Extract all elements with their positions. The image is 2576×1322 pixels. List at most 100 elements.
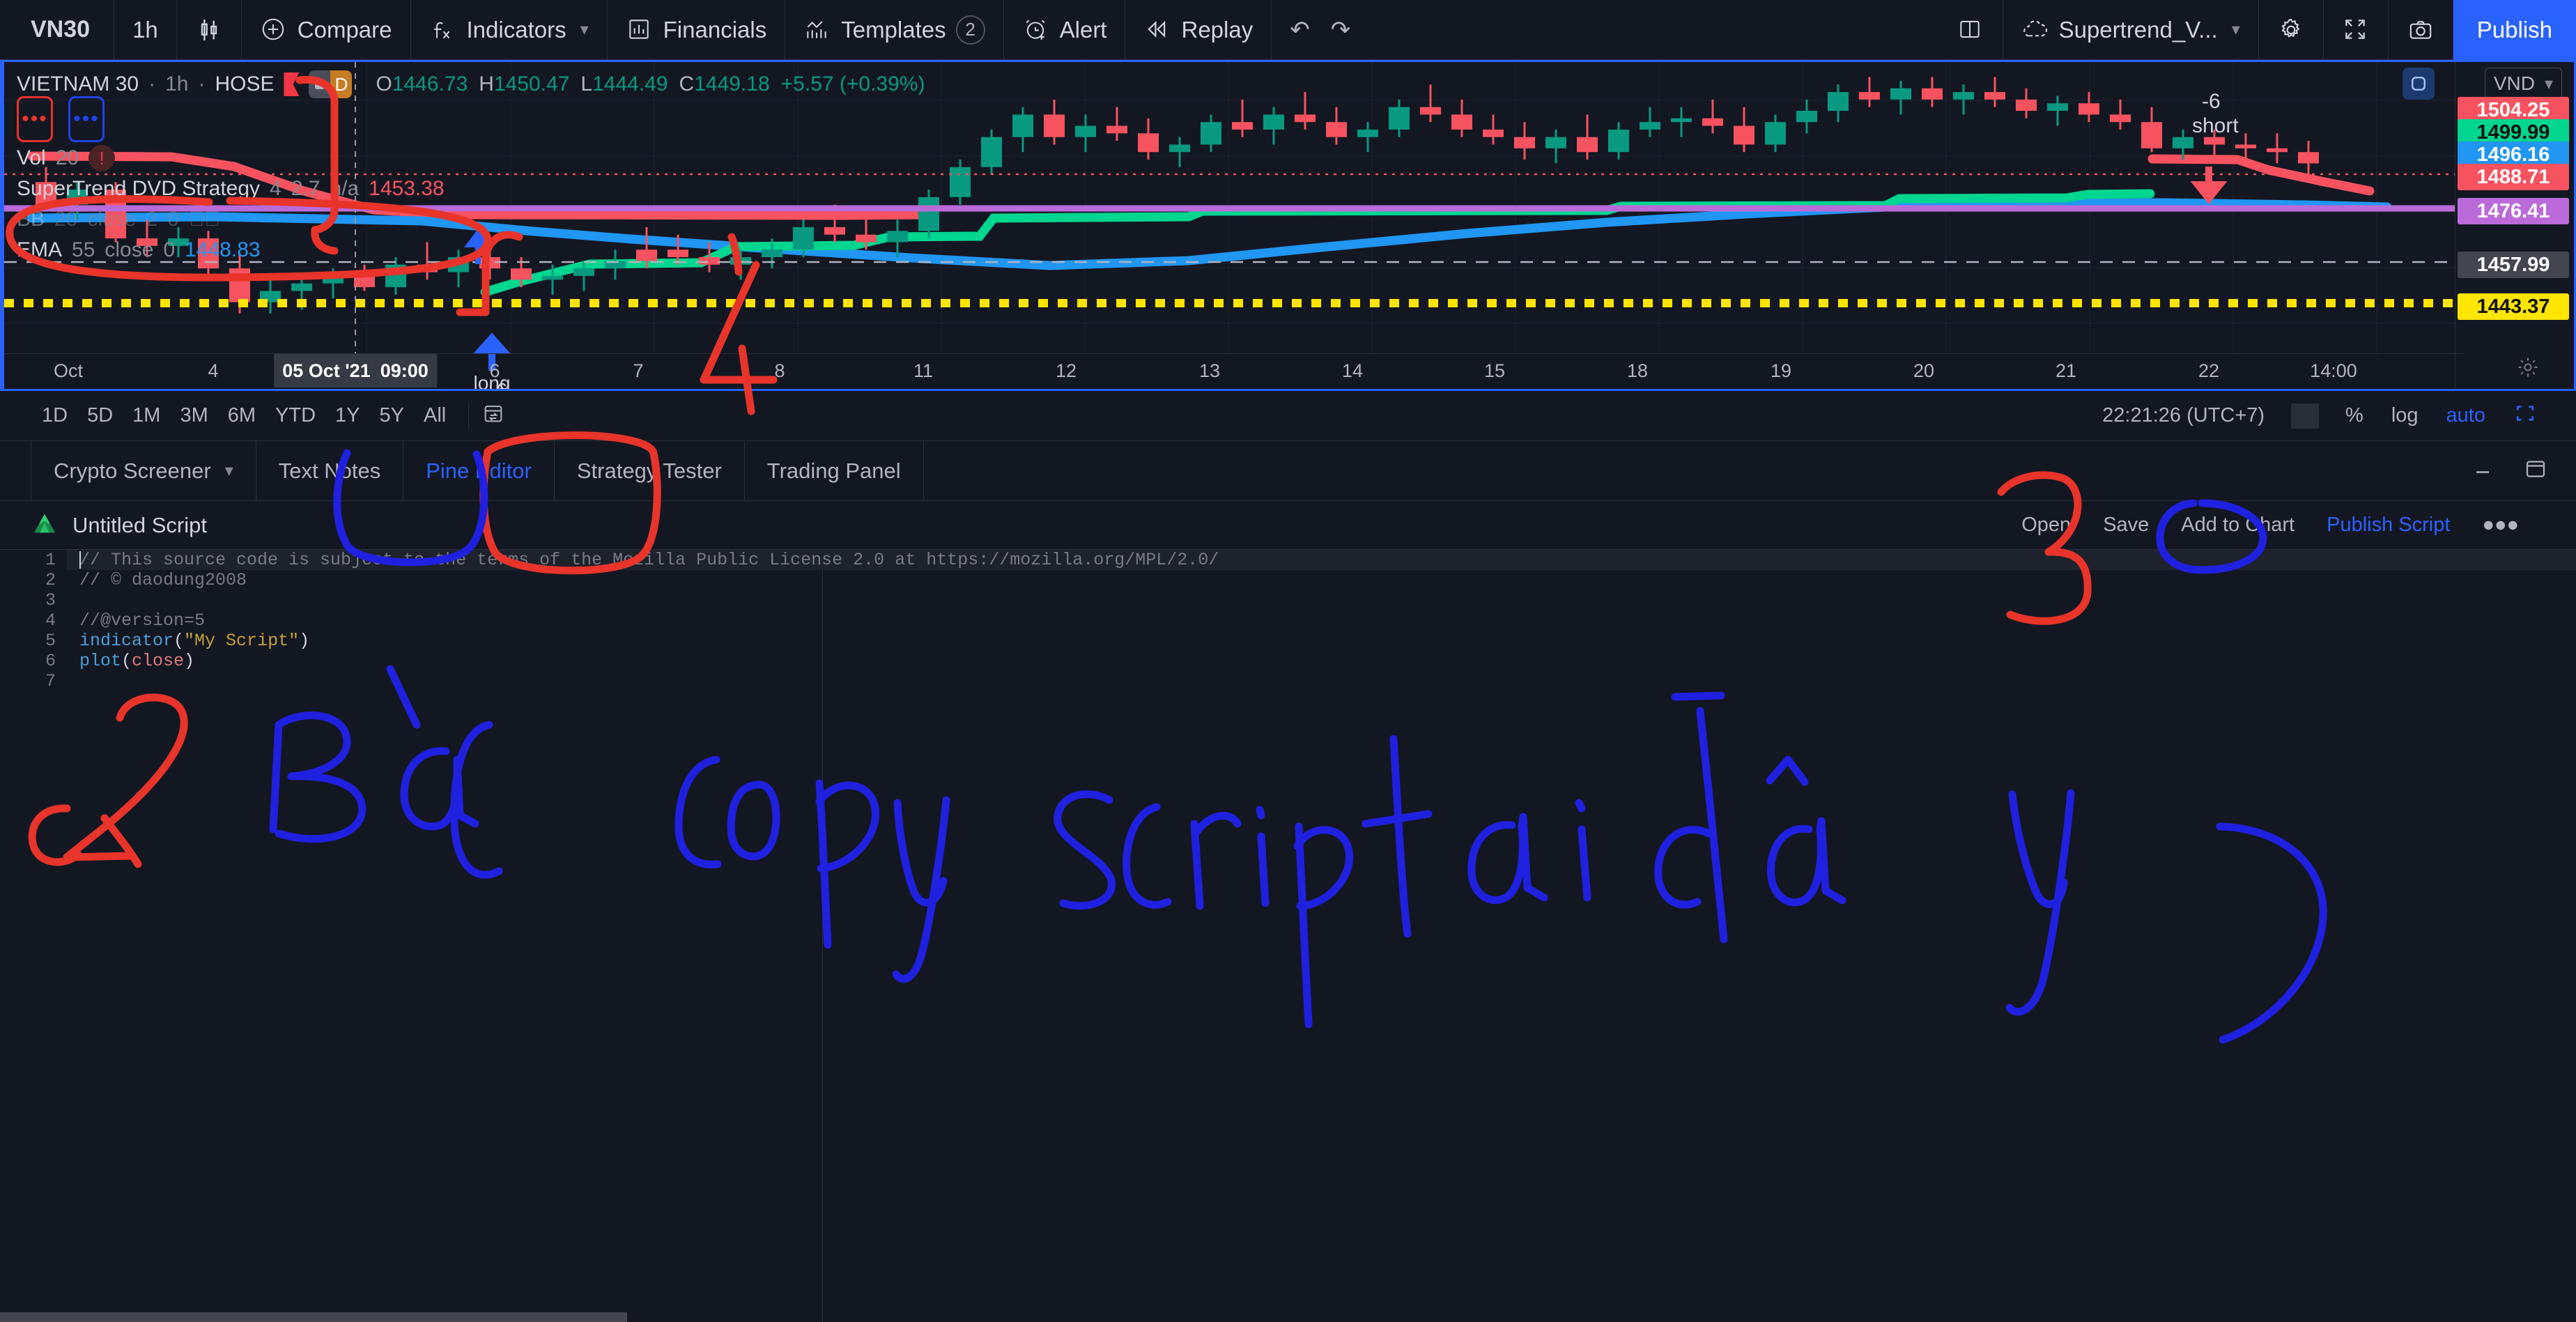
script-action-add-to-chart[interactable]: Add to Chart bbox=[2181, 514, 2295, 537]
legend-bb-row[interactable]: BB 20 close 2 0 👁⃠ bbox=[17, 204, 925, 235]
minimize-icon[interactable] bbox=[2470, 456, 2495, 485]
time-tick-0: Oct bbox=[54, 360, 83, 382]
interval-pill[interactable]: D bbox=[309, 70, 352, 98]
compare-label: Compare bbox=[298, 17, 392, 43]
range-button-ytd[interactable]: YTD bbox=[265, 404, 325, 427]
tradingview-badge-icon[interactable] bbox=[2403, 68, 2435, 100]
price-label-6[interactable]: 1443.37 bbox=[2458, 293, 2569, 320]
legend-exchange: HOSE bbox=[215, 72, 274, 96]
time-tick-4: 8 bbox=[774, 360, 785, 382]
tab-pine-editor[interactable]: Pine Editor bbox=[403, 441, 555, 500]
script-action-publish-script[interactable]: Publish Script bbox=[2327, 514, 2450, 537]
time-tick-1: 4 bbox=[208, 360, 218, 382]
redo-button[interactable]: ↷ bbox=[1331, 16, 1351, 44]
more-options-blue-button[interactable]: ••• bbox=[68, 96, 105, 142]
chevron-down-icon[interactable]: ▾ bbox=[580, 20, 589, 40]
code-line-4[interactable]: //@version=5 bbox=[67, 610, 2576, 631]
percent-button[interactable]: % bbox=[2331, 404, 2377, 427]
settings-button[interactable] bbox=[2259, 0, 2324, 60]
range-button-5d[interactable]: 5D bbox=[77, 404, 123, 427]
range-bar-right: 22:21:26 (UTC+7) % log auto bbox=[2088, 402, 2576, 430]
code-line-3[interactable] bbox=[67, 590, 2576, 610]
code-line-1[interactable]: // This source code is subject to the te… bbox=[67, 550, 2576, 570]
templates-button[interactable]: Templates 2 bbox=[785, 0, 1003, 60]
calendar-icon[interactable] bbox=[481, 401, 505, 431]
chart-panel[interactable]: long +6 -6 short VIETNAM 30 · 1h · HOSE … bbox=[0, 60, 2576, 391]
fit-screen-icon[interactable] bbox=[2499, 402, 2551, 430]
alert-button[interactable]: Alert bbox=[1004, 0, 1126, 60]
symbol-button[interactable]: VN30 bbox=[0, 0, 114, 60]
chevron-down-icon[interactable]: ▾ bbox=[225, 461, 233, 481]
c-value: 1449.18 bbox=[694, 72, 769, 95]
l-value: 1444.49 bbox=[592, 72, 668, 95]
price-label-5[interactable]: 1457.99 bbox=[2458, 252, 2569, 278]
compare-button[interactable]: Compare bbox=[242, 0, 411, 60]
code-editor[interactable]: 1234567 // This source code is subject t… bbox=[0, 550, 2576, 1322]
code-line-6[interactable]: plot(close) bbox=[67, 651, 2576, 671]
script-action-save[interactable]: Save bbox=[2103, 514, 2149, 537]
more-options-red-button[interactable]: ••• bbox=[17, 96, 53, 142]
price-scale[interactable]: VND ▾ 1504.251499.991496.161488.711476.4… bbox=[2455, 62, 2572, 389]
tab-text-notes[interactable]: Text Notes bbox=[256, 441, 403, 500]
range-button-all[interactable]: All bbox=[414, 404, 456, 427]
chevron-down-icon[interactable]: ▾ bbox=[2232, 20, 2240, 40]
code-content[interactable]: // This source code is subject to the te… bbox=[67, 550, 2576, 1322]
tab-trading-panel[interactable]: Trading Panel bbox=[745, 441, 924, 500]
line-number: 4 bbox=[0, 610, 56, 631]
strategy-p2: 2.7 bbox=[291, 177, 321, 201]
price-label-3[interactable]: 1488.71 bbox=[2458, 164, 2569, 190]
candle-body bbox=[1483, 130, 1504, 137]
price-scale-settings-icon[interactable] bbox=[2516, 355, 2540, 385]
range-button-1m[interactable]: 1M bbox=[123, 404, 170, 427]
fullscreen-button[interactable] bbox=[2324, 0, 2389, 60]
legend-symbol-row[interactable]: VIETNAM 30 · 1h · HOSE D O1446.73 H1450.… bbox=[17, 69, 925, 100]
candle-body bbox=[1012, 114, 1033, 137]
price-label-4[interactable]: 1476.41 bbox=[2458, 198, 2569, 224]
candle-body bbox=[2298, 152, 2319, 163]
script-action--[interactable]: ●●● bbox=[2482, 514, 2519, 537]
time-axis[interactable]: Oct46781112131415181920212214:00 05 Oct … bbox=[4, 353, 2464, 387]
currency-selector[interactable]: VND ▾ bbox=[2485, 68, 2562, 100]
undo-button[interactable]: ↶ bbox=[1290, 16, 1310, 44]
candle-body bbox=[1859, 92, 1880, 100]
tab-strategy-tester[interactable]: Strategy Tester bbox=[555, 441, 745, 500]
range-button-3m[interactable]: 3M bbox=[170, 404, 217, 427]
financials-button[interactable]: Financials bbox=[608, 0, 786, 60]
snapshot-button[interactable] bbox=[2389, 0, 2453, 60]
range-button-1d[interactable]: 1D bbox=[32, 404, 77, 427]
script-action-open[interactable]: Open bbox=[2021, 514, 2071, 537]
workspace-button[interactable]: Supertrend_V... ▾ bbox=[2003, 0, 2259, 60]
legend-volume-row[interactable]: Vol 20 ! bbox=[17, 143, 925, 174]
templates-label: Templates bbox=[841, 17, 946, 43]
layout-button[interactable] bbox=[1938, 0, 2003, 60]
code-function: indicator bbox=[79, 631, 173, 651]
log-button[interactable]: log bbox=[2377, 404, 2432, 427]
indicators-button[interactable]: Indicators ▾ bbox=[411, 0, 608, 60]
replay-button[interactable]: Replay bbox=[1125, 0, 1272, 60]
legend-strategy-row[interactable]: SuperTrend DVD Strategy 4 2.7 n/a 1453.3… bbox=[17, 174, 925, 204]
time-axis-crosshair-label: 05 Oct '21 09:00 bbox=[274, 354, 437, 387]
legend-ema-row[interactable]: EMA 55 close 0 1448.83 bbox=[17, 235, 925, 266]
chart-type-button[interactable] bbox=[177, 0, 242, 60]
publish-button[interactable]: Publish bbox=[2453, 0, 2576, 60]
maximize-icon[interactable] bbox=[2523, 456, 2548, 485]
range-button-1y[interactable]: 1Y bbox=[325, 404, 369, 427]
code-line-2[interactable]: // © daodung2008 bbox=[67, 570, 2576, 590]
code-line-5[interactable]: indicator("My Script") bbox=[67, 631, 2576, 651]
tab-crypto-screener[interactable]: Crypto Screener▾ bbox=[31, 441, 256, 500]
legend-toolbuttons: ••• ••• bbox=[17, 104, 925, 134]
range-button-5y[interactable]: 5Y bbox=[370, 404, 414, 427]
warning-icon[interactable]: ! bbox=[88, 145, 115, 171]
bb-p1: 20 bbox=[54, 208, 77, 231]
crosshair-time: 09:00 bbox=[380, 360, 429, 382]
interval-button[interactable]: 1h bbox=[114, 0, 177, 60]
range-button-6m[interactable]: 6M bbox=[218, 404, 265, 427]
auto-button[interactable]: auto bbox=[2432, 404, 2499, 427]
horizontal-scrollbar[interactable] bbox=[0, 1312, 627, 1322]
code-line-7[interactable] bbox=[67, 671, 2576, 691]
candle-body bbox=[1106, 126, 1127, 134]
tab-label: Pine Editor bbox=[426, 459, 532, 484]
eye-off-icon[interactable]: 👁⃠ bbox=[189, 208, 220, 231]
templates-icon bbox=[803, 16, 831, 44]
script-title[interactable]: Untitled Script bbox=[72, 513, 207, 538]
